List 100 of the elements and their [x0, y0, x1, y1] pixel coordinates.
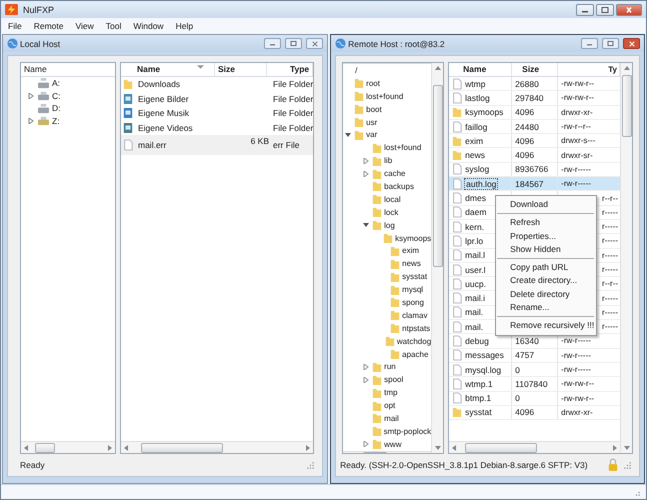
file-name: debug: [465, 336, 489, 346]
file-permissions: r--r--: [602, 279, 618, 288]
file-row[interactable]: Downloads File Folder: [121, 77, 314, 92]
file-permissions: r--r--: [602, 194, 618, 203]
tree-item[interactable]: mysql: [402, 285, 424, 294]
menu-item[interactable]: Tool: [100, 20, 128, 30]
tree-item[interactable]: news: [402, 259, 421, 268]
file-row[interactable]: mail.err 6 KB err File: [121, 135, 314, 156]
tree-item[interactable]: D:: [52, 103, 60, 114]
file-name: mail.i: [465, 293, 485, 304]
context-menu-item[interactable]: Copy path URL: [496, 261, 596, 274]
file-name: faillog: [465, 122, 488, 132]
file-permissions: drwxr-s---: [561, 136, 596, 146]
tree-item[interactable]: lock: [384, 208, 398, 217]
tree-item[interactable]: root: [366, 78, 380, 88]
tree-item[interactable]: cache: [384, 169, 406, 178]
file-row[interactable]: sysstat 4096 drwxr-xr-: [449, 406, 620, 420]
menu-item[interactable]: Help: [170, 20, 200, 30]
tree-item[interactable]: www: [384, 440, 402, 449]
menu-item[interactable]: Remote: [28, 20, 70, 30]
file-row[interactable]: exim 4096 drwxr-s---: [449, 134, 620, 148]
file-size: 6 KB: [250, 136, 269, 146]
context-menu-item[interactable]: Properties...: [496, 230, 596, 243]
file-name: user.l: [465, 264, 486, 274]
file-name: Eigene Musik: [138, 108, 190, 118]
column-header[interactable]: Size: [512, 63, 558, 76]
column-header[interactable]: Type: [267, 63, 314, 76]
menu-item[interactable]: File: [3, 20, 29, 30]
file-row[interactable]: lastlog 297840 -rw-rw-r--: [449, 91, 620, 106]
menu-item[interactable]: View: [70, 20, 101, 30]
file-name: wtmp.1: [465, 378, 493, 389]
file-row[interactable]: btmp.1 0 -rw-rw-r--: [449, 392, 620, 406]
file-name: uucp.: [465, 278, 486, 289]
context-menu-item[interactable]: Show Hidden: [496, 242, 596, 256]
panel-title: Local Host: [20, 38, 60, 48]
file-row[interactable]: ksymoops 4096 drwxr-xr-: [449, 106, 620, 120]
file-row[interactable]: Eigene Videos File Folder: [121, 120, 314, 136]
file-row[interactable]: faillog 24480 -rw-r--r--: [449, 120, 620, 134]
tree-item[interactable]: mail: [384, 414, 399, 423]
file-row[interactable]: messages 4757 -rw-r-----: [449, 348, 620, 363]
tree-item[interactable]: boot: [366, 104, 382, 114]
file-name: exim: [465, 136, 484, 146]
tree-item[interactable]: spool: [384, 375, 404, 384]
context-menu-item[interactable]: Download: [496, 198, 596, 212]
column-header[interactable]: Size: [215, 63, 267, 76]
tree-item[interactable]: lib: [384, 156, 392, 166]
context-menu-item[interactable]: Delete directory: [496, 288, 596, 302]
context-menu-item[interactable]: Refresh: [496, 216, 596, 230]
tree-item[interactable]: lost+found: [366, 92, 404, 101]
file-size: 1107840: [515, 378, 548, 389]
file-size: 16340: [515, 336, 539, 346]
tree-item[interactable]: sysstat: [402, 272, 428, 282]
context-menu-item[interactable]: Remove recursively !!!: [496, 319, 596, 333]
tree-item[interactable]: ntpstats: [402, 324, 430, 333]
tree-item[interactable]: C:: [52, 90, 60, 101]
file-type: File Folder: [273, 123, 314, 134]
tree-item[interactable]: backups: [384, 182, 414, 191]
menu-item[interactable]: Window: [128, 20, 171, 30]
tree-item[interactable]: log: [384, 220, 395, 230]
file-row[interactable]: wtmp 26880 -rw-rw-r--: [449, 77, 620, 92]
tree-item[interactable]: apache: [402, 350, 428, 359]
tree-item[interactable]: watchdog: [396, 336, 432, 346]
column-header[interactable]: Name: [121, 63, 215, 76]
file-name: ksymoops: [465, 107, 504, 118]
tree-item[interactable]: spong: [402, 298, 424, 307]
window-title: NulFXP: [23, 4, 54, 14]
tree-item[interactable]: Z:: [52, 116, 60, 126]
tree-item[interactable]: A:: [52, 78, 60, 88]
tree-item[interactable]: usr: [366, 118, 378, 126]
tree-item[interactable]: ksymoops: [395, 234, 432, 243]
file-row[interactable]: Eigene Bilder File Folder: [121, 92, 314, 106]
file-permissions: r-----: [602, 236, 618, 246]
file-row[interactable]: wtmp.1 1107840 -rw-rw-r--: [449, 377, 620, 392]
file-permissions: -rw-r-----: [561, 179, 591, 188]
tree-item[interactable]: run: [384, 362, 396, 372]
tree-item[interactable]: /: [355, 66, 358, 75]
file-permissions: r-----: [602, 222, 618, 232]
file-name: kern.: [465, 222, 484, 232]
tree-item[interactable]: opt: [384, 401, 396, 410]
tree-item[interactable]: tmp: [384, 388, 398, 398]
file-row[interactable]: auth.log 184567 -rw-r-----: [449, 177, 620, 192]
file-size: 0: [515, 393, 520, 404]
tree-item[interactable]: clamav: [402, 310, 428, 320]
file-permissions: drwxr-xr-: [561, 408, 593, 417]
file-permissions: drwxr-sr-: [561, 150, 593, 160]
context-menu-item[interactable]: Rename...: [496, 301, 596, 314]
file-size: 0: [515, 364, 520, 375]
file-row[interactable]: mysql.log 0 -rw-r-----: [449, 362, 620, 378]
file-permissions: r-----: [602, 265, 618, 274]
tree-item[interactable]: var: [366, 130, 378, 140]
tree-item[interactable]: local: [384, 194, 401, 204]
column-header[interactable]: Name: [21, 63, 115, 76]
context-menu-item[interactable]: Create directory...: [496, 274, 596, 288]
file-row[interactable]: Eigene Musik File Folder: [121, 106, 314, 121]
tree-item[interactable]: lost+found: [384, 143, 422, 152]
file-permissions: r-----: [602, 208, 618, 217]
tree-item[interactable]: smtp-poplock: [384, 426, 432, 436]
column-header[interactable]: Name: [449, 63, 512, 76]
tree-item[interactable]: exim: [402, 246, 420, 256]
file-row[interactable]: news 4096 drwxr-sr-: [449, 148, 620, 163]
